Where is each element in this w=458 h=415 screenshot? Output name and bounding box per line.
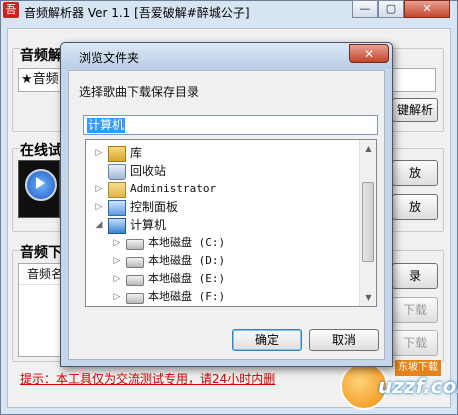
tree-item-label: 回收站 <box>130 164 167 178</box>
collapsed-arrow-icon <box>94 162 104 180</box>
collapsed-arrow-icon[interactable]: ▷ <box>112 234 122 252</box>
download-all-button[interactable]: 下载 <box>392 330 438 356</box>
app-logo-icon: 吾 <box>3 2 19 18</box>
close-button[interactable]: ✕ <box>404 0 450 18</box>
tree-item-label: 库 <box>130 146 143 160</box>
collapsed-arrow-icon[interactable]: ▷ <box>94 144 104 162</box>
window-title: 音频解析器 Ver 1.1 [吾爱破解#醉城公子] <box>24 6 250 20</box>
recycle-bin-icon <box>108 164 126 180</box>
ok-button[interactable]: 确定 <box>232 329 302 351</box>
collapsed-arrow-icon[interactable]: ▷ <box>112 252 122 270</box>
player-icon <box>18 160 60 218</box>
tree-item-label: 本地磁盘 (E:) <box>148 272 226 285</box>
dialog-title: 浏览文件夹 <box>79 51 140 65</box>
collapsed-arrow-icon[interactable]: ▷ <box>112 270 122 288</box>
drive-icon <box>126 239 144 250</box>
watermark-text: uzzf.com <box>378 374 458 398</box>
play-button-2[interactable]: 放 <box>392 194 438 220</box>
tree-scrollbar[interactable]: ▲ ▼ <box>359 140 376 306</box>
folder-name-value: 计算机 <box>87 118 126 133</box>
cancel-button[interactable]: 取消 <box>309 329 379 351</box>
play-button[interactable]: 放 <box>392 160 438 186</box>
tree-item-label: Administrator <box>130 182 217 195</box>
tree-item-label: 本地磁盘 (D:) <box>148 254 226 267</box>
computer-icon <box>108 218 126 234</box>
tree-item-label: 本地磁盘 (F:) <box>148 290 226 303</box>
download-button[interactable]: 下载 <box>392 297 438 323</box>
library-icon <box>108 146 126 162</box>
scroll-thumb[interactable] <box>362 182 374 262</box>
folder-name-input[interactable]: 计算机 <box>83 115 378 135</box>
online-section-title: 在线试 <box>20 140 64 160</box>
control-panel-icon <box>108 200 126 216</box>
collapsed-arrow-icon[interactable]: ▷ <box>94 180 104 198</box>
collapsed-arrow-icon[interactable]: ▷ <box>112 288 122 306</box>
parse-section-title: 音频解 <box>20 45 64 65</box>
dialog-close-button[interactable]: ✕ <box>349 44 389 63</box>
record-button[interactable]: 录 <box>392 263 438 289</box>
drive-icon <box>126 275 144 286</box>
minimize-button[interactable]: — <box>352 0 378 18</box>
folder-tree[interactable]: ▷ 库回收站 ▷ Administrator ▷ 控制面板 ◢ 计算机 ▷ 本地磁盘 (C:) ▷ 本… <box>85 139 377 307</box>
browse-folder-dialog: 浏览文件夹 ✕ 选择歌曲下载保存目录 计算机 ▷ 库回收站 ▷ Administrat… <box>60 42 393 367</box>
scroll-down-icon[interactable]: ▼ <box>360 289 376 306</box>
download-section-title: 音频下 <box>20 242 64 262</box>
collapsed-arrow-icon[interactable]: ▷ <box>94 198 104 216</box>
dialog-client-area: 选择歌曲下载保存目录 计算机 ▷ 库回收站 ▷ Administrator ▷ 控制面板 ◢… <box>68 70 385 360</box>
tree-item-label: 控制面板 <box>130 200 179 214</box>
dialog-prompt: 选择歌曲下载保存目录 <box>79 85 200 99</box>
notice-text: 提示：本工具仅为交流测试专用，请24小时内删 <box>20 372 276 386</box>
drive-icon <box>126 257 144 268</box>
user-folder-icon <box>108 182 126 198</box>
expanded-arrow-icon[interactable]: ◢ <box>94 216 104 234</box>
tree-item-label: 本地磁盘 (C:) <box>148 236 226 249</box>
scroll-up-icon[interactable]: ▲ <box>360 140 376 157</box>
tree-item-label: 计算机 <box>130 218 167 232</box>
drive-icon <box>126 293 144 304</box>
restore-button[interactable]: ▢ <box>378 0 404 18</box>
parse-button[interactable]: 键解析 <box>392 98 438 122</box>
